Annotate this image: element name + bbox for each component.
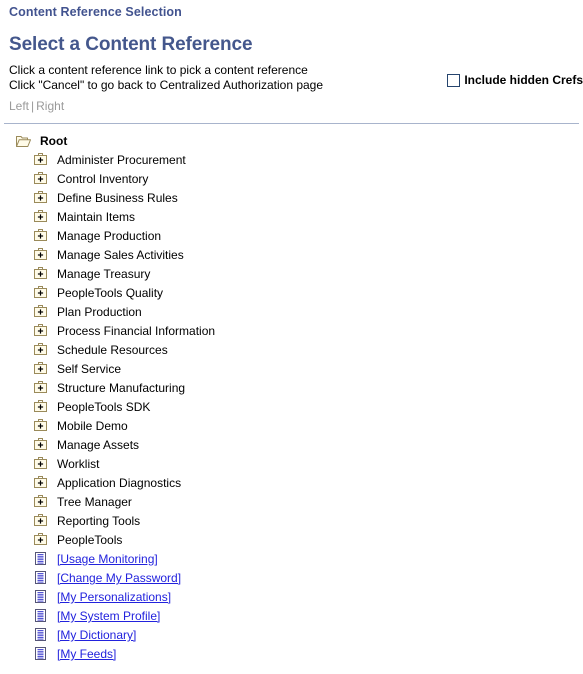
folder-plus-icon[interactable]	[33, 438, 49, 453]
tree-row[interactable]: Self Service	[0, 360, 583, 379]
tree-row[interactable]: [Change My Password]	[0, 569, 583, 588]
folder-plus-icon[interactable]	[33, 476, 49, 491]
tree-row[interactable]: Application Diagnostics	[0, 474, 583, 493]
folder-plus-icon[interactable]	[33, 343, 49, 358]
content-reference-link[interactable]: [My Personalizations]	[57, 590, 171, 605]
tree-node-label: Administer Procurement	[57, 153, 186, 167]
tree-node-label: Schedule Resources	[57, 343, 168, 357]
tree-node-label: PeopleTools SDK	[57, 400, 151, 414]
tree-row[interactable]: [My Personalizations]	[0, 588, 583, 607]
tree-node-label: Manage Production	[57, 229, 162, 243]
tree-node-label: Process Financial Information	[57, 324, 216, 338]
content-reference-link[interactable]: [My Dictionary]	[57, 628, 136, 643]
header-divider	[4, 123, 579, 124]
folder-plus-icon[interactable]	[33, 362, 49, 377]
tree-node-label: Self Service	[57, 362, 122, 376]
tree-node-label: Manage Sales Activities	[57, 248, 184, 262]
tree-row[interactable]: Root	[0, 132, 583, 151]
tree-node-label: Structure Manufacturing	[57, 381, 186, 395]
tree-row[interactable]: [Usage Monitoring]	[0, 550, 583, 569]
folder-plus-icon[interactable]	[33, 495, 49, 510]
folder-plus-icon[interactable]	[33, 267, 49, 282]
tree-node-label: Plan Production	[57, 305, 142, 319]
include-hidden-crefs-label: Include hidden Crefs	[464, 73, 583, 87]
header-block: Select a Content Reference Click a conte…	[0, 34, 583, 114]
tree-node-label: PeopleTools	[57, 533, 123, 547]
tree-row[interactable]: [My Dictionary]	[0, 626, 583, 645]
folder-plus-icon[interactable]	[33, 286, 49, 301]
tree-row[interactable]: Schedule Resources	[0, 341, 583, 360]
tree-node-label: Define Business Rules	[57, 191, 178, 205]
tree-node-label: Application Diagnostics	[57, 476, 182, 490]
tree-node-label: Maintain Items	[57, 210, 136, 224]
folder-open-icon	[16, 134, 32, 149]
tree-row[interactable]: [My Feeds]	[0, 645, 583, 664]
document-icon	[33, 552, 49, 567]
folder-plus-icon[interactable]	[33, 191, 49, 206]
folder-plus-icon[interactable]	[33, 457, 49, 472]
right-link[interactable]: Right	[36, 99, 64, 113]
tree-row[interactable]: [My System Profile]	[0, 607, 583, 626]
folder-plus-icon[interactable]	[33, 400, 49, 415]
content-reference-link[interactable]: [My Feeds]	[57, 647, 116, 662]
folder-plus-icon[interactable]	[33, 305, 49, 320]
folder-plus-icon[interactable]	[33, 248, 49, 263]
tree-row[interactable]: Manage Sales Activities	[0, 246, 583, 265]
document-icon	[33, 590, 49, 605]
document-icon	[33, 647, 49, 662]
tree-row[interactable]: Worklist	[0, 455, 583, 474]
include-hidden-crefs-control[interactable]: Include hidden Crefs	[447, 74, 583, 87]
content-reference-link[interactable]: [My System Profile]	[57, 609, 160, 624]
tree-root-label: Root	[40, 134, 68, 148]
content-reference-link[interactable]: [Change My Password]	[57, 571, 181, 586]
page-title: Content Reference Selection	[9, 5, 182, 19]
tree-row[interactable]: Reporting Tools	[0, 512, 583, 531]
folder-plus-icon[interactable]	[33, 172, 49, 187]
tree-row[interactable]: Process Financial Information	[0, 322, 583, 341]
tree-row[interactable]: Tree Manager	[0, 493, 583, 512]
tree-row[interactable]: Maintain Items	[0, 208, 583, 227]
tree-row[interactable]: Manage Production	[0, 227, 583, 246]
tree-row[interactable]: Structure Manufacturing	[0, 379, 583, 398]
tree-node-label: Mobile Demo	[57, 419, 128, 433]
folder-plus-icon[interactable]	[33, 210, 49, 225]
tree-node-label: Manage Treasury	[57, 267, 151, 281]
tree-row[interactable]: Plan Production	[0, 303, 583, 322]
tree-row[interactable]: Mobile Demo	[0, 417, 583, 436]
tree-row[interactable]: PeopleTools	[0, 531, 583, 550]
tree-row[interactable]: Manage Treasury	[0, 265, 583, 284]
folder-plus-icon[interactable]	[33, 381, 49, 396]
tree-node-label: Tree Manager	[57, 495, 132, 509]
tree-row[interactable]: PeopleTools SDK	[0, 398, 583, 417]
folder-plus-icon[interactable]	[33, 514, 49, 529]
folder-plus-icon[interactable]	[33, 324, 49, 339]
folder-plus-icon[interactable]	[33, 533, 49, 548]
tree-node-label: Manage Assets	[57, 438, 140, 452]
tree-node-label: PeopleTools Quality	[57, 286, 164, 300]
document-icon	[33, 571, 49, 586]
folder-plus-icon[interactable]	[33, 153, 49, 168]
tree-row[interactable]: Define Business Rules	[0, 189, 583, 208]
tree-node-label: Control Inventory	[57, 172, 149, 186]
content-reference-link[interactable]: [Usage Monitoring]	[57, 552, 158, 567]
folder-plus-icon[interactable]	[33, 229, 49, 244]
content-reference-tree: Root Administer Procurement Control Invent…	[0, 132, 583, 664]
left-link[interactable]: Left	[9, 99, 29, 113]
include-hidden-crefs-checkbox[interactable]	[447, 74, 461, 87]
document-icon	[33, 609, 49, 624]
page-heading: Select a Content Reference	[9, 34, 253, 55]
tree-row[interactable]: Control Inventory	[0, 170, 583, 189]
folder-plus-icon[interactable]	[33, 419, 49, 434]
tree-node-label: Worklist	[57, 457, 100, 471]
document-icon	[33, 628, 49, 643]
tree-node-label: Reporting Tools	[57, 514, 141, 528]
tree-row[interactable]: Manage Assets	[0, 436, 583, 455]
view-orientation-links: Left | Right	[9, 99, 574, 114]
tree-row[interactable]: Administer Procurement	[0, 151, 583, 170]
tree-row[interactable]: PeopleTools Quality	[0, 284, 583, 303]
